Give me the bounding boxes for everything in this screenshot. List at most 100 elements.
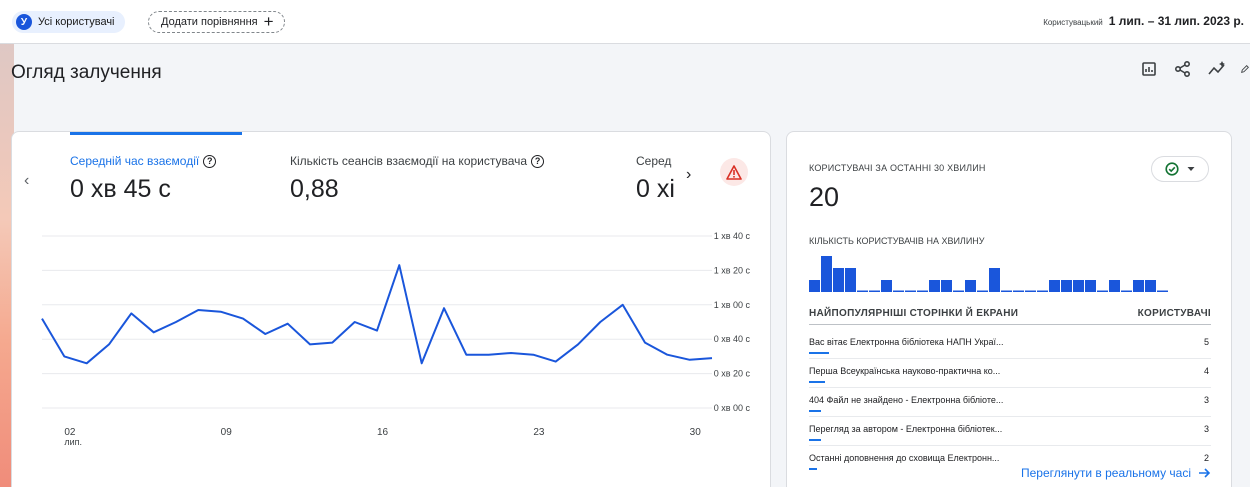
top-pages-list: Вас вітає Електронна бібліотека НАПН Укр…: [809, 330, 1211, 475]
minute-bar: [869, 290, 880, 292]
minute-bar: [821, 256, 832, 292]
minute-bar: [1145, 280, 1156, 292]
report-toolbar: [1138, 58, 1250, 80]
help-icon[interactable]: ?: [203, 154, 217, 168]
minute-bar: [941, 280, 952, 292]
minute-bar: [881, 280, 892, 292]
top-pages-header: НАЙПОПУЛЯРНІШІ СТОРІНКИ Й ЕКРАНИ КОРИСТУ…: [809, 308, 1211, 319]
minute-bar: [1109, 280, 1120, 292]
metric-label: Серед: [636, 154, 672, 168]
plus-icon: +: [263, 12, 274, 31]
users-share-bar: [809, 468, 817, 470]
view-realtime-label: Переглянути в реальному часі: [1020, 466, 1191, 480]
users-avatar-icon: У: [16, 14, 32, 30]
warning-icon[interactable]: [720, 158, 748, 186]
y-tick-label: 0 хв 40 с: [714, 334, 751, 344]
users-cell: 4: [1203, 366, 1209, 376]
pages-column-header: НАЙПОПУЛЯРНІШІ СТОРІНКИ Й ЕКРАНИ: [809, 308, 1019, 319]
engagement-card: ‹ Середній час взаємодії? 0 хв 45 с Кіль…: [11, 131, 771, 487]
all-users-chip[interactable]: У Усі користувачі: [12, 11, 125, 33]
per-minute-bar-chart: [809, 256, 1168, 292]
minute-bar: [989, 268, 1000, 292]
date-range-label: 1 лип. – 31 лип. 2023 р.: [1108, 14, 1244, 28]
share-icon[interactable]: [1172, 58, 1194, 80]
page-title-cell: 404 Файл не знайдено - Електронна бібліо…: [809, 395, 1004, 405]
minute-bar: [1121, 290, 1132, 292]
y-tick-label: 1 хв 40 с: [714, 231, 751, 241]
metric-value: 0 хі: [636, 175, 675, 203]
minute-bar: [893, 290, 904, 292]
x-tick-label: 23: [533, 427, 545, 438]
users-cell: 3: [1203, 395, 1209, 405]
x-tick-label: 16: [377, 427, 389, 438]
minute-bar: [1061, 280, 1072, 292]
top-bar: У Усі користувачі Додати порівняння + Ко…: [0, 0, 1250, 44]
active-tab-indicator: [70, 132, 242, 135]
minute-bar: [857, 290, 868, 292]
table-row[interactable]: Вас вітає Електронна бібліотека НАПН Укр…: [809, 330, 1211, 359]
minute-bar: [1133, 280, 1144, 292]
x-month-label: лип.: [64, 437, 82, 447]
table-divider: [809, 324, 1211, 325]
view-realtime-link[interactable]: Переглянути в реальному часі: [1021, 466, 1211, 480]
minute-bar: [905, 290, 916, 292]
minute-bar: [1073, 280, 1084, 292]
minute-bar: [965, 280, 976, 292]
table-row[interactable]: 404 Файл не знайдено - Електронна бібліо…: [809, 388, 1211, 417]
edit-icon[interactable]: [1240, 58, 1250, 80]
add-comparison-button[interactable]: Додати порівняння +: [148, 11, 285, 33]
minute-bar: [1013, 290, 1024, 292]
table-row[interactable]: Перегляд за автором - Електронна бібліот…: [809, 417, 1211, 446]
edit-report-icon[interactable]: [1138, 58, 1160, 80]
metric-value: 0 хв 45 с: [70, 175, 171, 203]
realtime-card: КОРИСТУВАЧІ ЗА ОСТАННІ 30 ХВИЛИН 20 КІЛЬ…: [786, 131, 1232, 487]
users-share-bar: [809, 439, 821, 441]
minute-bar: [953, 290, 964, 292]
status-dropdown[interactable]: [1151, 156, 1209, 182]
realtime-heading: КОРИСТУВАЧІ ЗА ОСТАННІ 30 ХВИЛИН: [809, 163, 986, 173]
chevron-left-icon[interactable]: ‹: [24, 172, 29, 190]
chevron-down-icon: [1187, 167, 1195, 171]
minute-bar: [977, 290, 988, 292]
metric-tab-sessions-per-user[interactable]: Кількість сеансів взаємодії на користува…: [290, 154, 545, 204]
metric-label: Кількість сеансів взаємодії на користува…: [290, 154, 528, 168]
users-share-bar: [809, 381, 825, 383]
minute-bar: [1157, 290, 1168, 292]
users-cell: 3: [1203, 424, 1209, 434]
y-tick-label: 0 хв 20 с: [714, 369, 751, 379]
minute-bar: [917, 290, 928, 292]
users-share-bar: [809, 410, 821, 412]
metric-label: Середній час взаємодії: [70, 154, 200, 168]
minute-bar: [1025, 290, 1036, 292]
table-row[interactable]: Перша Всеукраїнська науково-практична ко…: [809, 359, 1211, 388]
minute-bar: [809, 280, 820, 292]
minute-bar: [1037, 290, 1048, 292]
y-tick-label: 0 хв 00 с: [714, 403, 751, 413]
page-title: Огляд залучення: [11, 62, 162, 83]
minute-bar: [1085, 280, 1096, 292]
date-range-picker[interactable]: Користувацький 1 лип. – 31 лип. 2023 р.: [1043, 14, 1244, 28]
users-cell: 5: [1203, 337, 1209, 347]
help-icon[interactable]: ?: [531, 154, 545, 168]
realtime-user-count: 20: [809, 182, 840, 212]
x-tick-label: 09: [221, 427, 233, 438]
metric-tab-truncated[interactable]: Серед 0 хі: [636, 154, 680, 204]
engagement-line-chart: 1 хв 40 с 1 хв 20 с 1 хв 00 с 0 хв 40 с 0 хв…: [41, 231, 751, 447]
per-minute-heading: КІЛЬКІСТЬ КОРИСТУВАЧІВ НА ХВИЛИНУ: [809, 236, 985, 246]
page-title-cell: Перегляд за автором - Електронна бібліот…: [809, 424, 1003, 434]
metric-value: 0,88: [290, 175, 339, 203]
minute-bar: [845, 268, 856, 292]
users-column-header: КОРИСТУВАЧІ: [1137, 308, 1211, 319]
minute-bar: [833, 268, 844, 292]
chevron-right-icon[interactable]: ›: [686, 166, 691, 184]
y-tick-label: 1 хв 00 с: [714, 300, 751, 310]
check-circle-icon: [1165, 162, 1179, 176]
series-line: [41, 264, 713, 365]
metric-tab-avg-engagement[interactable]: Середній час взаємодії? 0 хв 45 с: [70, 154, 217, 204]
page-title-cell: Останні доповнення до сховища Електронн.…: [809, 453, 1000, 463]
minute-bar: [1049, 280, 1060, 292]
insights-icon[interactable]: [1206, 58, 1228, 80]
minute-bar: [1097, 290, 1108, 292]
date-mode-label: Користувацький: [1043, 18, 1103, 27]
page-title-cell: Перша Всеукраїнська науково-практична ко…: [809, 366, 1001, 376]
